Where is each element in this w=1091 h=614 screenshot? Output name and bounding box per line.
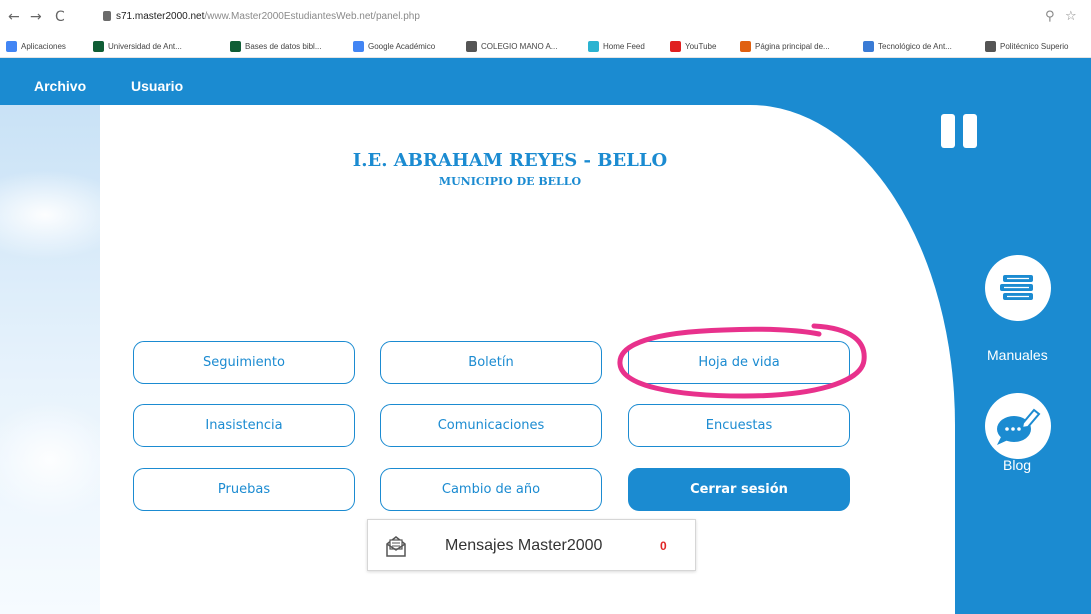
bookmark-item[interactable]: YouTube [670,39,716,53]
bookmark-label: Universidad de Ant... [108,41,182,51]
encuestas-button[interactable]: Encuestas [628,404,850,447]
back-icon[interactable]: ← [8,8,20,26]
bookmark-item[interactable]: Página principal de... [740,39,830,53]
envelope-icon [386,536,406,557]
bookmark-favicon [863,40,874,52]
bookmark-favicon [93,40,104,52]
bookmark-star-icon[interactable]: ☆ [1065,9,1077,24]
bookmark-favicon [353,40,364,52]
bookmark-favicon [466,40,477,52]
bookmark-label: Página principal de... [755,41,830,51]
boletin-button[interactable]: Boletín [380,341,602,384]
bookmark-label: Tecnológico de Ant... [878,41,952,51]
messages-box[interactable]: Mensajes Master2000 0 [367,519,696,571]
url-host: s71.master2000.net [116,11,205,22]
menu-archivo[interactable]: Archivo [34,78,86,94]
cerrar-sesion-button[interactable]: Cerrar sesión [628,468,850,511]
blog-label[interactable]: Blog [1003,457,1031,473]
bookmark-favicon [230,40,241,52]
bookmark-label: Google Académico [368,41,436,51]
bookmark-label: Politécnico Superio [1000,41,1069,51]
pause-icon[interactable] [941,114,977,148]
url-path: /www.Master2000EstudiantesWeb.net/panel.… [204,11,420,22]
forward-icon[interactable]: → [30,8,42,26]
menu-usuario[interactable]: Usuario [131,78,183,94]
school-name: I.E. ABRAHAM REYES - BELLO [352,150,668,171]
manuales-button[interactable] [985,255,1051,321]
chat-pen-icon [997,408,1041,445]
apps-grid-icon [6,40,17,52]
bookmark-item[interactable]: Politécnico Superio [985,39,1068,53]
bookmark-label: Home Feed [603,41,645,51]
pruebas-button[interactable]: Pruebas [133,468,355,511]
bookmark-label: COLEGIO MANO A... [481,41,558,51]
cambio-de-ano-button[interactable]: Cambio de año [380,468,602,511]
bookmark-item[interactable]: Universidad de Ant... [93,39,182,53]
bookmark-favicon [740,40,751,52]
comunicaciones-button[interactable]: Comunicaciones [380,404,602,447]
bookmark-item[interactable]: Google Académico [353,39,435,53]
reload-icon[interactable]: C [55,8,65,26]
municipality-name: MUNICIPIO DE BELLO [438,175,582,188]
zoom-icon[interactable]: ⚲ [1045,9,1055,24]
bookmark-item[interactable]: COLEGIO MANO A... [466,39,557,53]
books-icon [1000,275,1033,300]
bookmark-label: Bases de datos bibl... [245,41,322,51]
seguimiento-button[interactable]: Seguimiento [133,341,355,384]
inasistencia-button[interactable]: Inasistencia [133,404,355,447]
youtube-icon [670,40,681,52]
blog-button[interactable] [985,393,1051,459]
address-bar[interactable]: s71.master2000.net/www.Master2000Estudia… [116,10,420,24]
manuales-label[interactable]: Manuales [987,347,1048,363]
hoja-de-vida-button[interactable]: Hoja de vida [628,341,850,384]
bookmark-favicon [985,40,996,52]
lock-icon [103,11,111,21]
messages-count: 0 [660,539,667,553]
bookmark-favicon [588,40,599,52]
app-menubar: Archivo Usuario [0,58,1091,105]
bookmark-item[interactable]: Bases de datos bibl... [230,39,322,53]
bookmark-label: YouTube [685,41,717,51]
bookmark-label: Aplicaciones [21,41,66,51]
bookmark-item[interactable]: Aplicaciones [6,39,66,53]
bookmark-item[interactable]: Home Feed [588,39,645,53]
bookmark-item[interactable]: Tecnológico de Ant... [863,39,952,53]
bookmarks-bar: Aplicaciones Universidad de Ant... Bases… [0,34,1091,58]
browser-toolbar: ← → C s71.master2000.net/www.Master2000E… [0,0,1091,34]
messages-label: Mensajes Master2000 [445,537,603,554]
